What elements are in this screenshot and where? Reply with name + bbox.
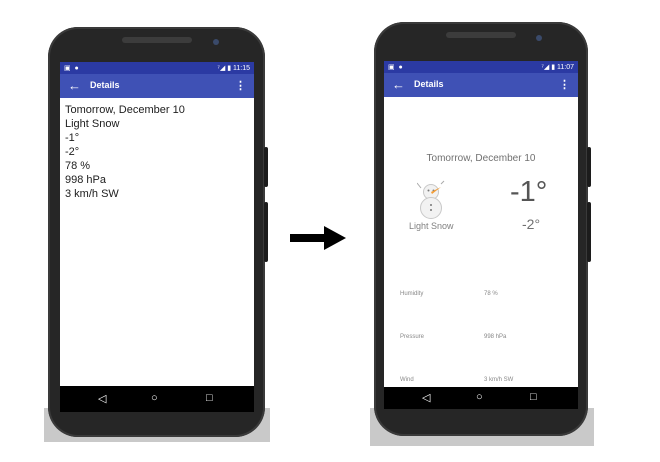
condition-text: Light Snow: [65, 118, 120, 130]
status-bar: ▣ ● ⁷◢ ▮ 11:07: [384, 61, 578, 73]
back-arrow-icon[interactable]: ←: [68, 78, 81, 93]
nav-home-icon[interactable]: ○: [476, 391, 483, 403]
pressure-text: 998 hPa: [65, 174, 106, 186]
power-button: [264, 147, 268, 187]
forecast-date: Tomorrow, December 10: [426, 153, 536, 164]
low-temp-text: -2°: [65, 146, 80, 158]
app-bar: ← Details ⋮: [384, 73, 578, 97]
nav-recents-icon[interactable]: □: [206, 392, 213, 404]
signal-battery-icon: ⁷◢ ▮: [217, 65, 232, 72]
arrow-right-icon: [290, 226, 346, 250]
low-temp: -2°: [522, 216, 541, 232]
volume-button: [264, 202, 268, 262]
wind-value: 3 km/h SW: [484, 377, 514, 383]
nav-home-icon[interactable]: ○: [151, 392, 158, 404]
nav-bar: ◁ ○ □: [384, 387, 578, 409]
forecast-condition: Light Snow: [409, 221, 454, 231]
app-bar-title: Details: [90, 80, 120, 90]
high-temp: -1°: [510, 176, 548, 208]
nav-back-icon[interactable]: ◁: [98, 392, 106, 405]
overflow-menu-icon[interactable]: ⋮: [559, 78, 570, 91]
right-phone: ▣ ● ⁷◢ ▮ 11:07 ← Details ⋮ Tomorrow, Dec…: [374, 22, 591, 436]
status-icons-left: ▣ ●: [388, 64, 404, 71]
speaker-grille: [121, 37, 192, 43]
right-screen: ▣ ● ⁷◢ ▮ 11:07 ← Details ⋮ Tomorrow, Dec…: [384, 61, 578, 409]
pressure-label: Pressure: [400, 334, 425, 340]
status-right: ⁷◢ ▮ 11:15: [217, 64, 250, 72]
status-right: ⁷◢ ▮ 11:07: [541, 63, 574, 71]
wind-text: 3 km/h SW: [65, 188, 119, 200]
nav-bar: ◁ ○ □: [60, 386, 254, 412]
status-time: 11:07: [557, 64, 574, 71]
date-text: Tomorrow, December 10: [65, 104, 185, 116]
plain-details-list: Tomorrow, December 10 Light Snow -1° -2°…: [65, 103, 185, 201]
front-camera: [536, 35, 542, 41]
volume-button: [587, 202, 591, 262]
humidity-text: 78 %: [65, 160, 91, 172]
power-button: [587, 147, 591, 187]
wind-label: Wind: [400, 377, 414, 383]
pressure-value: 998 hPa: [484, 334, 507, 340]
status-bar: ▣ ● ⁷◢ ▮ 11:15: [60, 62, 254, 74]
left-phone: ▣ ● ⁷◢ ▮ 11:15 ← Details ⋮ Tomorrow, Dec…: [48, 27, 268, 437]
left-screen: ▣ ● ⁷◢ ▮ 11:15 ← Details ⋮ Tomorrow, Dec…: [60, 62, 254, 412]
front-camera: [213, 39, 219, 45]
overflow-menu-icon[interactable]: ⋮: [235, 79, 246, 92]
signal-battery-icon: ⁷◢ ▮: [541, 64, 556, 71]
app-bar-title: Details: [414, 79, 444, 89]
back-arrow-icon[interactable]: ←: [392, 77, 405, 92]
humidity-value: 78 %: [484, 291, 498, 297]
humidity-label: Humidity: [400, 291, 424, 297]
speaker-grille: [446, 32, 516, 38]
status-icons-left: ▣ ●: [64, 65, 80, 72]
app-bar: ← Details ⋮: [60, 74, 254, 98]
nav-recents-icon[interactable]: □: [530, 391, 537, 403]
status-time: 11:15: [233, 65, 250, 72]
nav-back-icon[interactable]: ◁: [422, 391, 430, 404]
high-temp-text: -1°: [65, 132, 80, 144]
snowman-icon: [417, 180, 445, 219]
